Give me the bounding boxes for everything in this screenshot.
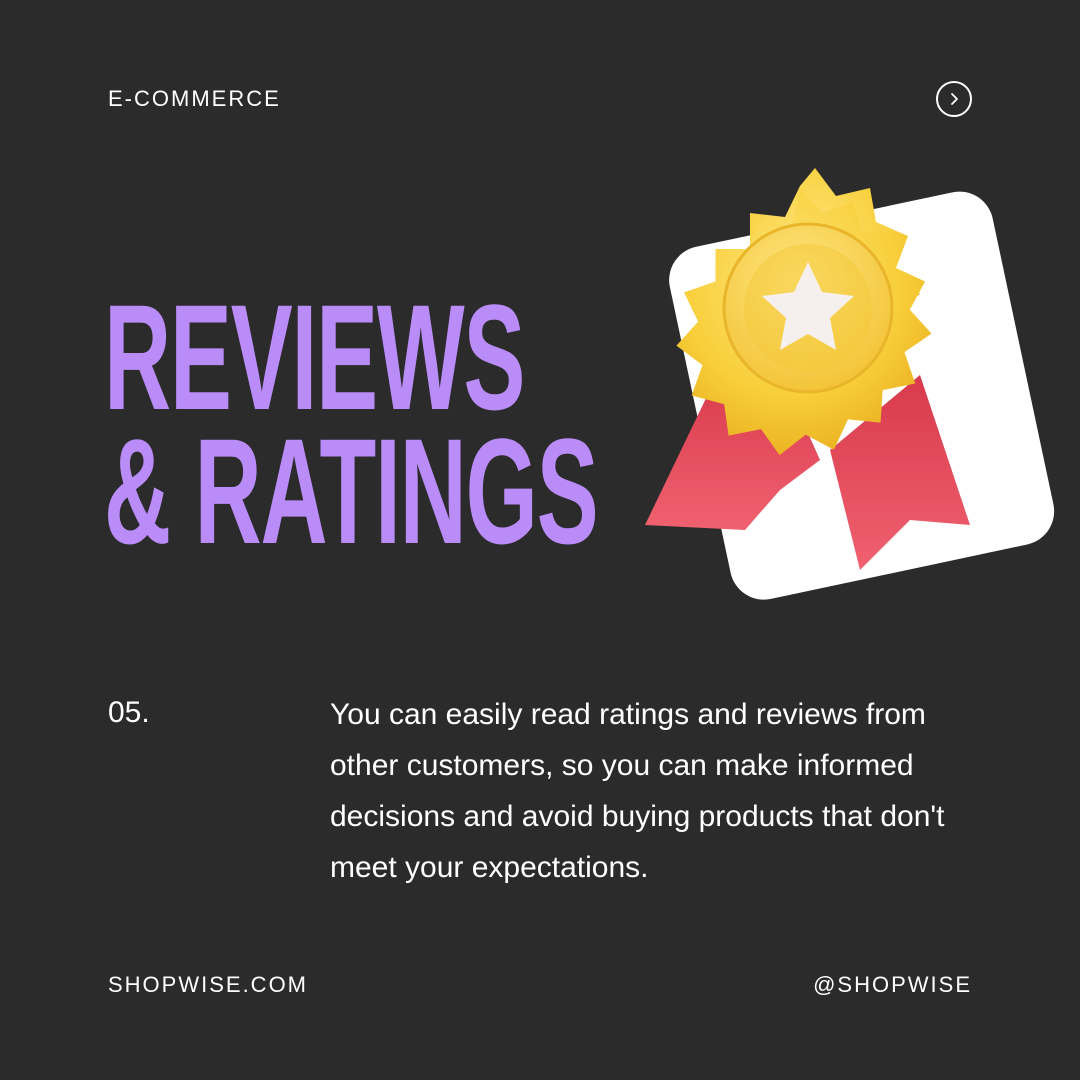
social-handle[interactable]: @SHOPWISE (813, 972, 972, 998)
category-label: E-COMMERCE (108, 86, 281, 111)
description-text: You can easily read ratings and reviews … (330, 698, 945, 884)
title-line-2: & RATINGS (104, 407, 599, 575)
item-number: 05. (108, 696, 150, 729)
website-link[interactable]: SHOPWISE.COM (108, 972, 308, 998)
slide-page: E-COMMERCE REVIEWS & RATINGS 05. You can… (0, 0, 1080, 1080)
next-button[interactable] (936, 81, 972, 117)
award-badge-icon (645, 168, 1055, 600)
chevron-right-icon (951, 93, 958, 105)
title-line-1: REVIEWS (104, 273, 525, 441)
